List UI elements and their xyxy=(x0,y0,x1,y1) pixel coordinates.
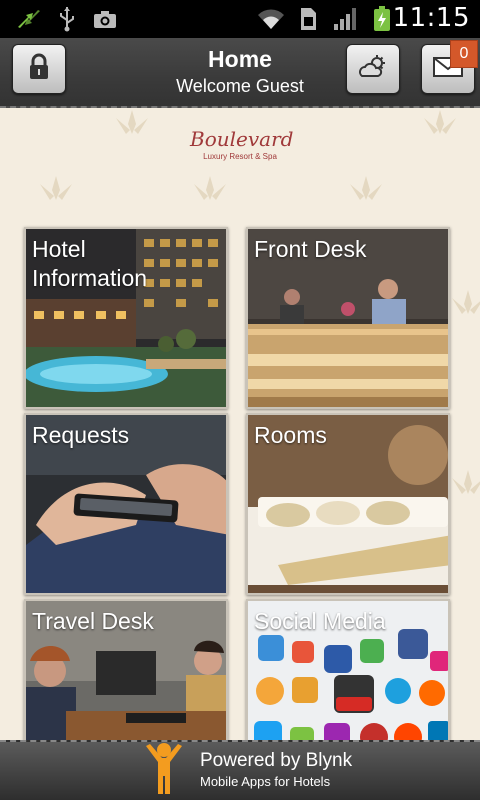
clock: 11:15 xyxy=(392,3,470,33)
signal-icon xyxy=(332,6,360,32)
lotus-motif-icon xyxy=(350,176,382,200)
tile-label: Travel Desk xyxy=(32,608,154,634)
lotus-motif-icon xyxy=(194,176,226,200)
lock-icon xyxy=(27,53,51,85)
tile-label: Front Desk xyxy=(254,236,367,262)
tile-front-desk[interactable]: Front Desk xyxy=(246,227,450,409)
powered-by-text: Powered by Blynk xyxy=(200,750,353,771)
lock-button[interactable] xyxy=(12,44,66,94)
battery-charging-icon xyxy=(372,6,392,32)
tile-requests[interactable]: Requests xyxy=(24,413,228,595)
blynk-person-icon xyxy=(144,742,184,800)
welcome-text: Welcome Guest xyxy=(176,76,304,96)
logo-name: Boulevard xyxy=(190,127,294,151)
lotus-motif-icon xyxy=(452,290,480,314)
tile-label: Rooms xyxy=(254,422,327,448)
lotus-motif-icon xyxy=(40,176,72,200)
tile-rooms[interactable]: Rooms xyxy=(246,413,450,595)
logo-tagline: Luxury Resort & Spa xyxy=(203,152,277,161)
main-content: Boulevard Luxury Resort & Spa Hotel Info… xyxy=(0,108,480,740)
wifi-icon xyxy=(256,6,286,32)
tile-travel-desk[interactable]: Travel Desk xyxy=(24,599,228,740)
status-bar: 11:15 xyxy=(0,0,480,38)
usb-icon xyxy=(56,6,78,32)
tile-label: Requests xyxy=(32,422,130,448)
hotel-logo: Boulevard Luxury Resort & Spa xyxy=(190,127,294,174)
header-bar: Home Welcome Guest xyxy=(0,38,480,108)
sync-icon xyxy=(14,6,44,32)
lotus-motif-icon xyxy=(116,110,148,134)
tile-label: Hotel Information xyxy=(32,236,148,291)
weather-icon xyxy=(357,54,389,84)
tile-social-media[interactable]: Social Media xyxy=(246,599,450,740)
lotus-motif-icon xyxy=(424,110,456,134)
weather-button[interactable] xyxy=(346,44,400,94)
footer-tagline: Mobile Apps for Hotels xyxy=(200,774,331,789)
lotus-motif-icon xyxy=(452,470,480,494)
tile-hotel-information[interactable]: Hotel Information xyxy=(24,227,228,409)
page-title: Home xyxy=(208,46,272,72)
camera-icon xyxy=(92,6,118,32)
tile-label: Social Media xyxy=(254,608,386,634)
unread-mail-badge: 0 xyxy=(450,40,478,68)
footer-bar[interactable]: Powered by Blynk Mobile Apps for Hotels xyxy=(0,740,480,800)
sim-icon xyxy=(298,6,318,32)
